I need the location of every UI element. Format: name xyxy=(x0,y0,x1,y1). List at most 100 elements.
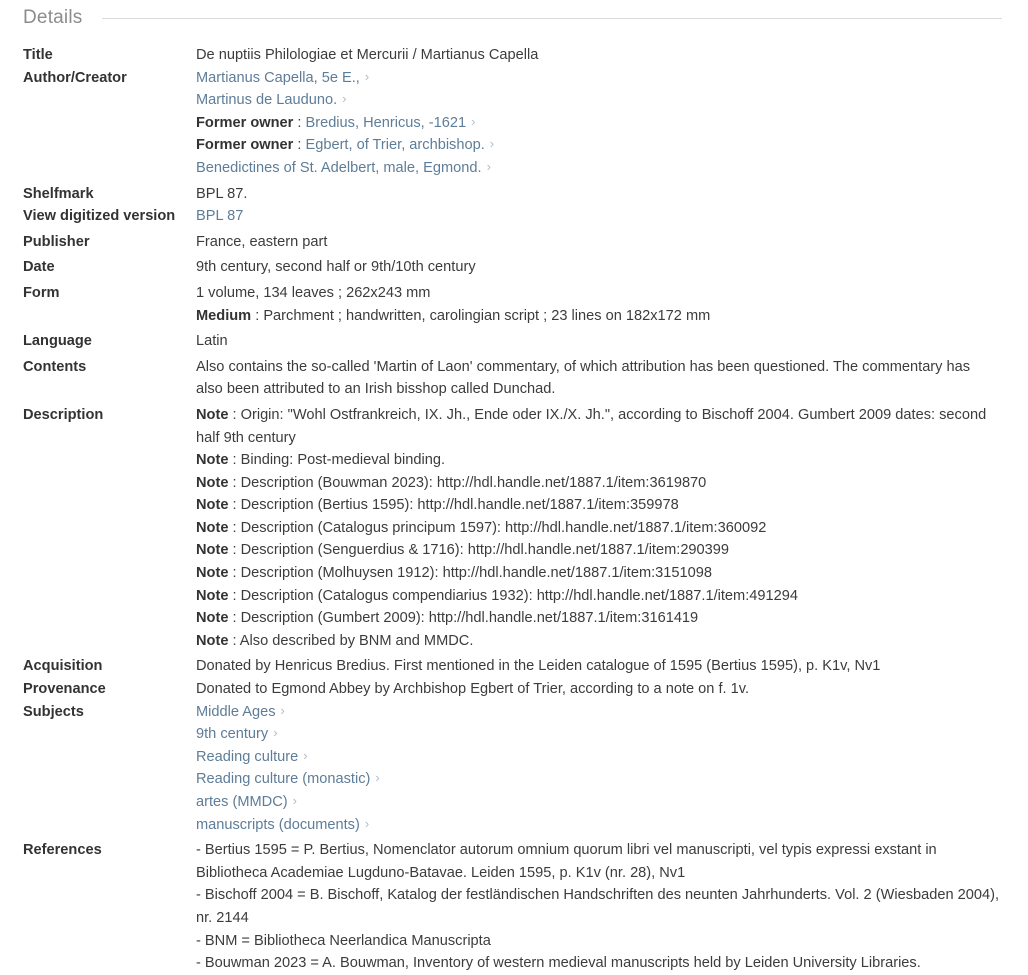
field-label-language: Language xyxy=(23,333,92,350)
chevron-right-icon[interactable]: › xyxy=(471,115,475,128)
note-text: Description (Senguerdius & 1716): http:/… xyxy=(240,542,730,559)
note-prefix: Note xyxy=(196,565,229,582)
subject-link[interactable]: Reading culture xyxy=(196,749,298,765)
form-line: Medium : Parchment ; handwritten, caroli… xyxy=(196,305,1000,328)
chevron-right-icon[interactable]: › xyxy=(273,726,277,739)
subject-entry: manuscripts (documents) › xyxy=(196,814,1000,837)
prefix-separator: : xyxy=(228,406,241,423)
field-value-date: 9th century, second half or 9th/10th cen… xyxy=(196,259,476,276)
field-label-digitized: View digitized version xyxy=(23,208,176,225)
form-line: 1 volume, 134 leaves ; 262x243 mm xyxy=(196,282,1000,305)
note-prefix: Note xyxy=(196,632,229,649)
prefix-separator: : xyxy=(228,519,241,536)
form-line-text: Parchment ; handwritten, carolingian scr… xyxy=(263,307,711,324)
author-link[interactable]: Egbert, of Trier, archbishop. xyxy=(305,137,484,153)
table-row-description: Description Note : Origin: "Wohl Ostfran… xyxy=(0,401,1028,653)
author-link[interactable]: Bredius, Henricus, -1621 xyxy=(305,115,466,131)
field-value-title: De nuptiis Philologiae et Mercurii / Mar… xyxy=(196,47,539,63)
field-value-provenance: Donated to Egmond Abbey by Archbishop Eg… xyxy=(196,681,750,698)
field-label-acquisition: Acquisition xyxy=(23,658,103,675)
prefix-separator: : xyxy=(228,565,241,582)
description-note: Note : Description (Senguerdius & 1716):… xyxy=(196,539,1000,562)
chevron-right-icon[interactable]: › xyxy=(490,137,494,150)
prefix-separator: : xyxy=(228,610,241,627)
table-row-author: Author/Creator Martianus Capella, 5e E.,… xyxy=(0,67,1028,180)
chevron-right-icon[interactable]: › xyxy=(293,794,297,807)
field-label-contents: Contents xyxy=(23,358,87,375)
field-value-form: 1 volume, 134 leaves ; 262x243 mm Medium … xyxy=(196,279,1028,327)
reference-entry: - BNM = Bibliotheca Neerlandica Manuscri… xyxy=(196,932,491,949)
prefix-separator: : xyxy=(228,452,241,469)
table-row-acquisition: Acquisition Donated by Henricus Bredius.… xyxy=(0,652,1028,678)
chevron-right-icon[interactable]: › xyxy=(375,771,379,784)
author-link[interactable]: Martinus de Lauduno. xyxy=(196,92,337,108)
field-value-acquisition: Donated by Henricus Bredius. First menti… xyxy=(196,658,881,675)
prefix-separator: : xyxy=(228,632,240,649)
prefix-separator: : xyxy=(293,137,306,154)
subject-link[interactable]: 9th century xyxy=(196,726,268,742)
note-text: Description (Molhuysen 1912): http://hdl… xyxy=(240,565,712,582)
author-entry: Former owner : Egbert, of Trier, archbis… xyxy=(196,134,1000,157)
table-row-shelfmark: Shelfmark BPL 87. xyxy=(0,180,1028,206)
subject-link[interactable]: artes (MMDC) xyxy=(196,794,288,810)
chevron-right-icon[interactable]: › xyxy=(281,704,285,717)
author-link[interactable]: Martianus Capella, 5e E., xyxy=(196,70,360,86)
subject-entry: Reading culture › xyxy=(196,746,1000,769)
field-label-form: Form xyxy=(23,284,60,301)
subject-link[interactable]: Middle Ages xyxy=(196,704,276,720)
note-prefix: Note xyxy=(196,452,229,469)
description-note: Note : Description (Gumbert 2009): http:… xyxy=(196,607,1000,630)
author-entry: Benedictines of St. Adelbert, male, Egmo… xyxy=(196,157,1000,180)
page-title: Details xyxy=(23,7,83,28)
note-text: Also described by BNM and MMDC. xyxy=(239,632,474,649)
chevron-right-icon[interactable]: › xyxy=(487,160,491,173)
subject-entry: 9th century › xyxy=(196,723,1000,746)
description-note: Note : Description (Bertius 1595): http:… xyxy=(196,494,1000,517)
author-entry: Martinus de Lauduno. › xyxy=(196,89,1000,112)
note-prefix: Note xyxy=(196,542,229,559)
table-row-references: References - Bertius 1595 = P. Bertius, … xyxy=(0,836,1028,975)
subject-entry: Reading culture (monastic) › xyxy=(196,768,1000,791)
details-section-header: Details xyxy=(0,0,1028,36)
digitized-version-link[interactable]: BPL 87 xyxy=(196,208,243,224)
field-value-author: Martianus Capella, 5e E., › Martinus de La… xyxy=(196,67,1028,180)
field-value-references: - Bertius 1595 = P. Bertius, Nomenclator… xyxy=(196,836,1028,975)
prefix-separator: : xyxy=(228,542,241,559)
table-row-digitized: View digitized version BPL 87 xyxy=(0,205,1028,228)
prefix-separator: : xyxy=(228,474,241,491)
field-value-contents: Also contains the so-called 'Martin of L… xyxy=(196,358,971,398)
field-value-shelfmark: BPL 87. xyxy=(196,185,248,202)
note-text: Origin: "Wohl Ostfrankreich, IX. Jh., En… xyxy=(196,406,987,446)
field-label-title: Title xyxy=(23,47,53,63)
author-entry: Former owner : Bredius, Henricus, -1621 › xyxy=(196,112,1000,135)
note-prefix: Note xyxy=(196,497,229,514)
author-entry: Martianus Capella, 5e E., › xyxy=(196,67,1000,90)
chevron-right-icon[interactable]: › xyxy=(365,70,369,83)
note-text: Description (Bouwman 2023): http://hdl.h… xyxy=(240,474,707,491)
note-prefix: Note xyxy=(196,406,229,423)
subject-link[interactable]: Reading culture (monastic) xyxy=(196,771,370,787)
subject-link[interactable]: manuscripts (documents) xyxy=(196,817,360,833)
chevron-right-icon[interactable]: › xyxy=(365,817,369,830)
field-label-publisher: Publisher xyxy=(23,233,90,250)
header-divider xyxy=(102,17,1002,19)
note-text: Description (Bertius 1595): http://hdl.h… xyxy=(240,497,679,514)
table-row-form: Form 1 volume, 134 leaves ; 262x243 mm Me… xyxy=(0,279,1028,327)
table-row-subjects: Subjects Middle Ages › 9th century › Reading… xyxy=(0,701,1028,837)
details-table: Title De nuptiis Philologiae et Mercurii… xyxy=(0,44,1028,975)
note-prefix: Note xyxy=(196,474,229,491)
note-text: Description (Catalogus compendiarius 193… xyxy=(240,587,798,604)
field-label-author: Author/Creator xyxy=(23,69,127,86)
author-link[interactable]: Benedictines of St. Adelbert, male, Egmo… xyxy=(196,160,482,176)
description-note: Note : Origin: "Wohl Ostfrankreich, IX. … xyxy=(196,404,1000,449)
description-note: Note : Also described by BNM and MMDC. xyxy=(196,630,1000,653)
field-label-description: Description xyxy=(23,406,104,423)
prefix-separator: : xyxy=(228,497,241,514)
table-row-publisher: Publisher France, eastern part xyxy=(0,228,1028,254)
field-value-language: Latin xyxy=(196,333,228,350)
subject-entry: artes (MMDC) › xyxy=(196,791,1000,814)
chevron-right-icon[interactable]: › xyxy=(303,749,307,762)
details-page: Details Title De nuptiis Philologiae et … xyxy=(0,0,1028,975)
chevron-right-icon[interactable]: › xyxy=(342,92,346,105)
note-prefix: Note xyxy=(196,519,229,536)
